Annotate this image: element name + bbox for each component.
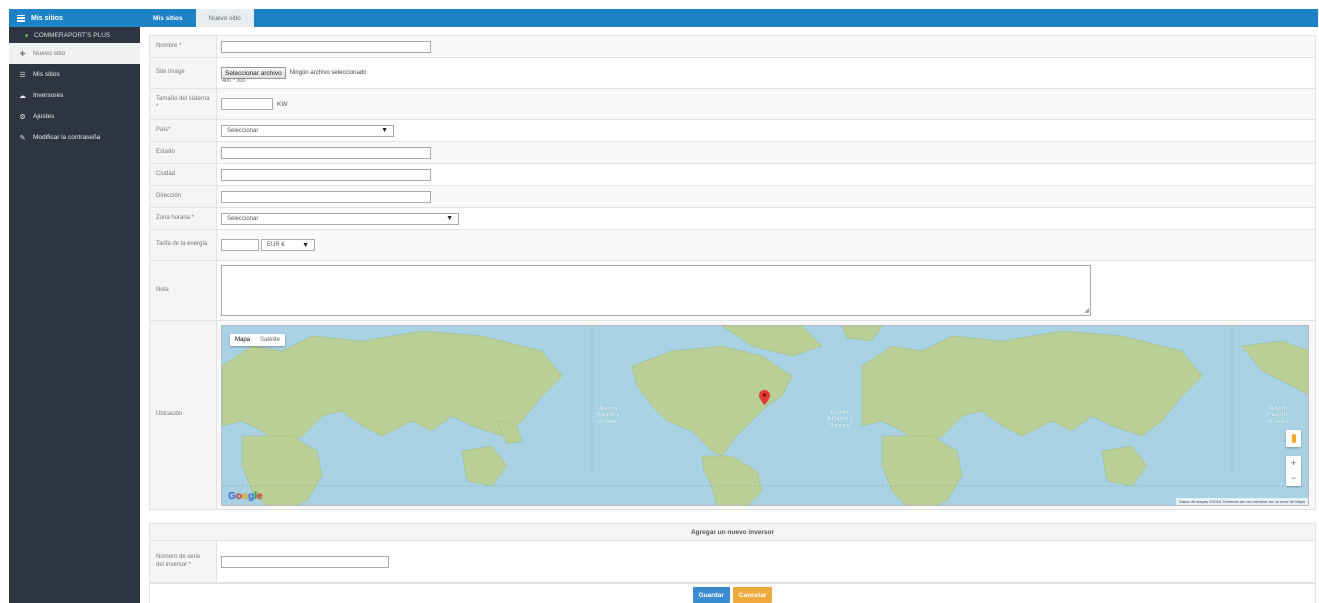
tariff-input[interactable] (221, 239, 259, 251)
sidebar-item-label: Ajustes (33, 113, 55, 120)
new-site-form: Nombre * Site Image Seleccionar archivo … (149, 35, 1316, 510)
zoom-control: + − (1286, 455, 1301, 486)
edit-icon: ✎ (19, 134, 26, 142)
cancel-button[interactable]: Cancelar (732, 587, 773, 603)
save-button[interactable]: Guardar (692, 587, 730, 603)
city-label: Ciudad (150, 164, 217, 185)
sidebar-item-change-password[interactable]: ✎ Modificar la contraseña (9, 127, 140, 148)
caret-down-icon: ▼ (302, 241, 309, 249)
sidebar-item-label: Modificar la contraseña (33, 134, 101, 141)
caret-down-icon: ▼ (446, 215, 453, 222)
ocean-label-north-pacific-2: North Pacific Ocean (1267, 405, 1291, 425)
country-label: País* (150, 120, 217, 141)
note-textarea[interactable]: ◢ (221, 265, 1091, 316)
state-label: Estado (150, 142, 217, 163)
form-row-size: Tamaño del sistema * KW (150, 89, 1315, 120)
address-input[interactable] (221, 190, 431, 203)
street-view-pegman-icon[interactable] (1286, 429, 1301, 447)
tab-my-sites[interactable]: Mis sitios (140, 9, 196, 27)
form-actions: Guardar Cancelar (149, 583, 1316, 603)
form-row-location: Ubicación Mapa Satélite North Pacific Oc… (150, 321, 1315, 510)
sidebar-site-label: COMMERAPORT'S PLUS (34, 31, 111, 39)
state-input[interactable] (221, 146, 431, 159)
form-row-country: País* Seleccionar ▼ (150, 120, 1315, 142)
gear-icon: ⚙ (19, 113, 26, 121)
location-map[interactable]: Mapa Satélite North Pacific Ocean North … (221, 324, 1309, 506)
sidebar-item-my-sites[interactable]: ☰ Mis sitios (9, 64, 140, 85)
sidebar-item-label: Nuevo sitio (33, 50, 66, 57)
caret-down-icon: ▼ (381, 127, 388, 134)
timezone-label: Zona horaria * (150, 208, 217, 229)
image-size-hint: 400 * 300 (222, 78, 246, 84)
currency-select-value: EUR € (267, 242, 285, 248)
zoom-in-button[interactable]: + (1291, 458, 1296, 468)
zoom-out-button[interactable]: − (1291, 473, 1296, 483)
sidebar-item-label: Mis sitios (33, 71, 60, 78)
timezone-select[interactable]: Seleccionar ▼ (221, 212, 459, 225)
form-row-address: Dirección (150, 186, 1315, 208)
map-footer[interactable]: Datos de mapas ©2016 Términos de uso Inf… (1175, 497, 1308, 505)
tariff-label: Tarifa de la energía (150, 230, 217, 260)
country-select[interactable]: Seleccionar ▼ (221, 124, 394, 137)
timezone-select-value: Seleccionar (227, 215, 259, 222)
serial-label: Número de serie del inversor * (150, 541, 217, 582)
list-icon (17, 14, 25, 22)
form-row-note: Nota ◢ (150, 261, 1315, 321)
size-unit: KW (277, 100, 288, 108)
map-type-satellite-button[interactable]: Satélite (255, 334, 285, 346)
inverter-section-title: Agregar un nuevo inversor (149, 523, 1316, 541)
sidebar-item-settings[interactable]: ⚙ Ajustes (9, 106, 140, 127)
status-dot-icon (25, 33, 28, 37)
size-input[interactable] (221, 98, 273, 110)
form-row-state: Estado (150, 142, 1315, 164)
location-label: Ubicación (150, 321, 217, 509)
sidebar-header-label: Mis sitios (31, 14, 63, 22)
country-select-value: Seleccionar (227, 127, 259, 134)
map-type-control: Mapa Satélite (230, 333, 286, 346)
sidebar: Mis sitios COMMERAPORT'S PLUS ✚ Nuevo si… (9, 9, 140, 603)
form-row-serial: Número de serie del inversor * (150, 541, 1315, 583)
file-status: Ningún archivo seleccionado (289, 70, 367, 76)
plus-icon: ✚ (19, 50, 26, 58)
google-logo: Google (228, 490, 263, 502)
address-label: Dirección (150, 186, 217, 207)
sidebar-site-item[interactable]: COMMERAPORT'S PLUS (9, 27, 140, 43)
sidebar-item-new-site[interactable]: ✚ Nuevo sitio (9, 43, 140, 64)
name-label: Nombre * (150, 36, 217, 57)
ocean-label-north-pacific: North Pacific Ocean (597, 405, 621, 425)
size-label: Tamaño del sistema * (150, 89, 217, 119)
form-row-city: Ciudad (150, 164, 1315, 186)
sidebar-item-label: Inversores (33, 92, 64, 99)
map-type-map-button[interactable]: Mapa (230, 334, 255, 346)
city-input[interactable] (221, 168, 431, 181)
sidebar-header[interactable]: Mis sitios (9, 9, 140, 27)
world-map-image (222, 325, 1308, 505)
name-input[interactable] (221, 40, 431, 53)
location-pin-icon[interactable] (759, 389, 770, 405)
image-label: Site Image (150, 58, 217, 88)
serial-input[interactable] (221, 555, 389, 568)
tab-bar: Mis sitios Nuevo sitio (140, 9, 1318, 27)
inverter-form: Número de serie del inversor * (149, 541, 1316, 584)
note-label: Nota (150, 261, 217, 320)
sidebar-item-inverters[interactable]: ☁ Inversores (9, 85, 140, 106)
ocean-label-north-atlantic: North Atlantic Ocean (827, 409, 854, 429)
list-icon: ☰ (19, 71, 26, 79)
cloud-icon: ☁ (19, 92, 26, 100)
resize-grip-icon[interactable]: ◢ (1084, 307, 1089, 314)
tab-new-site[interactable]: Nuevo sitio (195, 9, 254, 27)
form-row-tariff: Tarifa de la energía EUR € ▼ (150, 230, 1315, 261)
form-row-image: Site Image Seleccionar archivo Ningún ar… (150, 58, 1315, 89)
form-row-timezone: Zona horaria * Seleccionar ▼ (150, 208, 1315, 230)
form-row-name: Nombre * (150, 36, 1315, 58)
currency-select[interactable]: EUR € ▼ (261, 239, 315, 251)
